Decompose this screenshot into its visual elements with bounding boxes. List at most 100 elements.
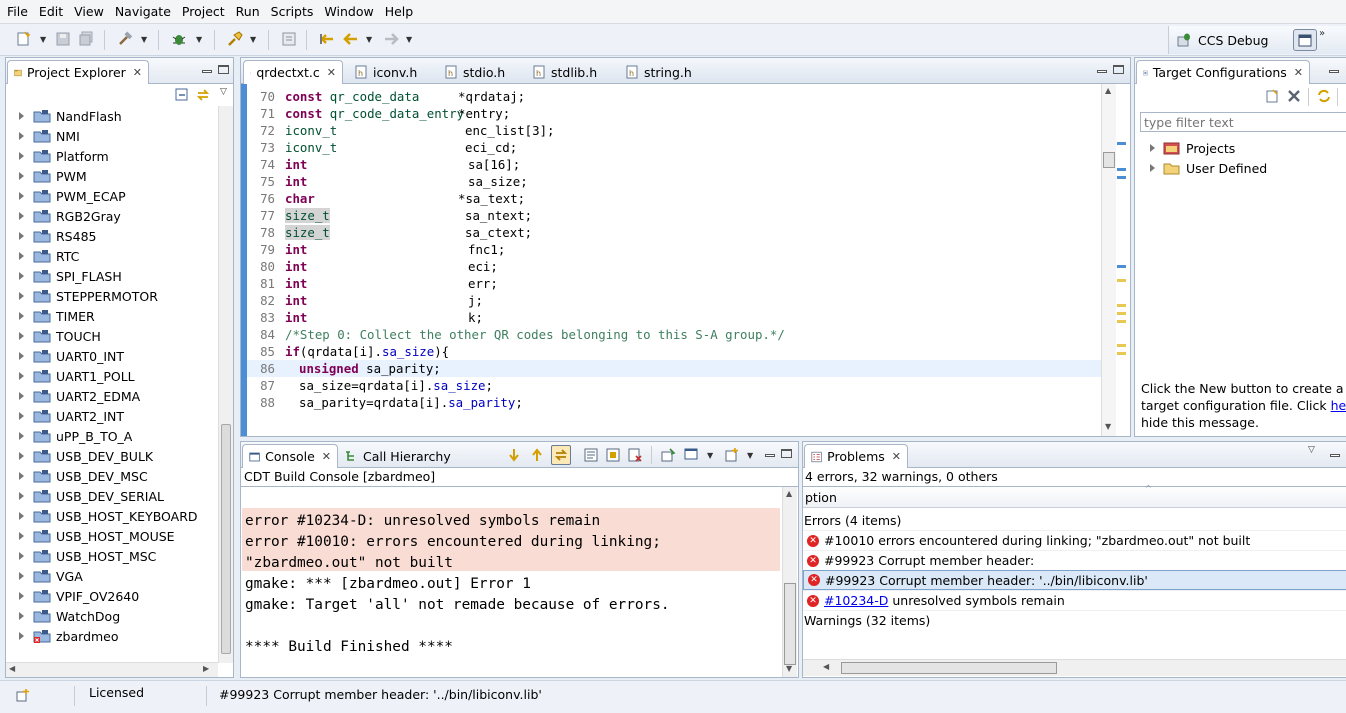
here-link[interactable]: here <box>1331 398 1346 413</box>
explorer-h-scrollbar[interactable]: ◀ ▶ <box>6 662 218 677</box>
console-view-icon[interactable] <box>280 30 298 48</box>
maximize-icon[interactable] <box>1113 65 1124 74</box>
more-perspectives-icon[interactable]: » <box>1319 28 1325 39</box>
expand-icon[interactable] <box>19 252 24 260</box>
tree-item[interactable]: RGB2Gray <box>6 206 121 226</box>
filter-input[interactable] <box>1140 112 1346 132</box>
close-icon[interactable]: ✕ <box>322 450 331 463</box>
expand-icon[interactable] <box>19 312 24 320</box>
tree-item[interactable]: RS485 <box>6 226 96 246</box>
expand-icon[interactable] <box>19 352 24 360</box>
tree-item[interactable]: TOUCH <box>6 326 101 346</box>
menu-run[interactable]: Run <box>233 4 268 19</box>
console-output[interactable]: error #10234-D: unresolved symbols remai… <box>241 487 781 677</box>
expand-icon[interactable] <box>19 372 24 380</box>
menu-window[interactable]: Window <box>321 4 381 19</box>
menu-help[interactable]: Help <box>382 4 422 19</box>
tree-item[interactable]: USB_DEV_MSC <box>6 466 148 486</box>
expand-icon[interactable] <box>19 412 24 420</box>
problem-row-selected[interactable]: ✕ #99923 Corrupt member header: '../bin/l… <box>803 570 1346 590</box>
tab-target-configurations[interactable]: Target Configurations ✕ <box>1136 60 1310 84</box>
tab-qrdectxt-c[interactable]: c qrdectxt.c ✕ <box>243 60 343 84</box>
clear-console-icon[interactable] <box>626 446 644 464</box>
tree-item[interactable]: USB_DEV_BULK <box>6 446 153 466</box>
expand-icon[interactable] <box>19 612 24 620</box>
delete-icon[interactable] <box>1285 87 1303 105</box>
expand-icon[interactable] <box>19 132 24 140</box>
tree-item[interactable]: STEPPERMOTOR <box>6 286 158 306</box>
menu-view[interactable]: View <box>71 4 112 19</box>
tab-call-hierarchy[interactable]: Call Hierarchy <box>338 444 457 468</box>
tab-string-h[interactable]: h string.h <box>619 60 698 84</box>
console-properties-icon[interactable] <box>604 446 622 464</box>
last-edit-icon[interactable] <box>318 30 336 48</box>
problems-scroll-thumb[interactable] <box>841 662 1057 674</box>
open-perspective-button[interactable] <box>1293 29 1317 51</box>
console-scroll-thumb[interactable] <box>784 583 796 665</box>
expand-icon[interactable] <box>19 152 24 160</box>
problem-row[interactable]: ✕ #10010 errors encountered during linkin… <box>803 530 1346 550</box>
expand-icon[interactable] <box>19 632 24 640</box>
expand-icon[interactable] <box>19 392 24 400</box>
tree-item[interactable]: RTC <box>6 246 79 266</box>
maximize-icon[interactable] <box>218 65 229 74</box>
tree-item[interactable]: UART1_POLL <box>6 366 135 386</box>
tree-item[interactable]: NMI <box>6 126 80 146</box>
menu-navigate[interactable]: Navigate <box>112 4 179 19</box>
tree-item-user-defined[interactable]: User Defined <box>1135 158 1267 178</box>
minimize-icon[interactable] <box>1330 454 1340 457</box>
scroll-lock-icon[interactable] <box>551 445 571 465</box>
problem-row[interactable]: ✕ #10234-D unresolved symbols remain <box>803 590 1346 610</box>
new-icon[interactable] <box>14 30 32 48</box>
tree-item[interactable]: zbardmeo <box>6 626 119 646</box>
minimize-icon[interactable] <box>1097 70 1107 73</box>
tree-item[interactable]: USB_HOST_KEYBOARD <box>6 506 198 526</box>
tree-item[interactable]: WatchDog <box>6 606 120 626</box>
tree-item[interactable]: VGA <box>6 566 83 586</box>
tab-stdlib-h[interactable]: h stdlib.h <box>526 60 603 84</box>
expand-icon[interactable] <box>19 272 24 280</box>
tree-item[interactable]: Platform <box>6 146 109 166</box>
menu-edit[interactable]: Edit <box>36 4 71 19</box>
debug-bug-icon[interactable] <box>170 30 188 48</box>
tree-item[interactable]: UART2_INT <box>6 406 124 426</box>
close-icon[interactable]: ✕ <box>1294 66 1303 79</box>
tree-item[interactable]: TIMER <box>6 306 95 326</box>
menu-project[interactable]: Project <box>179 4 233 19</box>
tree-item[interactable]: USB_HOST_MOUSE <box>6 526 175 546</box>
expand-icon[interactable] <box>19 112 24 120</box>
prev-error-up-icon[interactable] <box>528 446 546 464</box>
tab-iconv-h[interactable]: h iconv.h <box>348 60 423 84</box>
expand-icon[interactable] <box>19 532 24 540</box>
tab-stdio-h[interactable]: h stdio.h <box>438 60 511 84</box>
tree-item[interactable]: USB_HOST_MSC <box>6 546 156 566</box>
expand-icon[interactable] <box>19 192 24 200</box>
pin-console-icon[interactable] <box>659 446 677 464</box>
tree-item[interactable]: NandFlash <box>6 106 122 126</box>
build-hammer-icon[interactable] <box>116 30 134 48</box>
code-editor[interactable]: 70 const qr_code_data *qrdataj; 71 const qr_… <box>247 88 1103 418</box>
expand-icon[interactable] <box>19 452 24 460</box>
copy-output-icon[interactable] <box>582 446 600 464</box>
explorer-scroll-thumb[interactable] <box>221 424 231 654</box>
problems-column-header[interactable]: ption ^ <box>803 484 1346 508</box>
minimize-icon[interactable] <box>765 454 775 457</box>
problems-h-scrollbar[interactable]: ◀ <box>803 659 1346 676</box>
problem-row[interactable]: ✕ #99923 Corrupt member header: <box>803 550 1346 570</box>
minimize-icon[interactable] <box>202 70 212 73</box>
view-menu-icon[interactable]: ▽ <box>220 87 227 97</box>
flash-tool-icon[interactable] <box>226 30 244 48</box>
close-icon[interactable]: ✕ <box>892 450 901 463</box>
tab-project-explorer[interactable]: Project Explorer ✕ <box>7 60 149 84</box>
minimize-icon[interactable] <box>1329 70 1339 73</box>
editor-scroll-thumb[interactable] <box>1103 152 1115 168</box>
next-error-down-icon[interactable] <box>505 446 523 464</box>
errors-group[interactable]: Errors (4 items) <box>803 510 1346 530</box>
expand-icon[interactable] <box>19 572 24 580</box>
warnings-group[interactable]: Warnings (32 items) <box>803 610 1346 630</box>
tab-console[interactable]: Console ✕ <box>242 444 338 468</box>
tab-problems[interactable]: Problems ✕ <box>804 444 908 468</box>
tree-item[interactable]: SPI_FLASH <box>6 266 122 286</box>
expand-icon[interactable] <box>19 292 24 300</box>
expand-icon[interactable] <box>19 512 24 520</box>
